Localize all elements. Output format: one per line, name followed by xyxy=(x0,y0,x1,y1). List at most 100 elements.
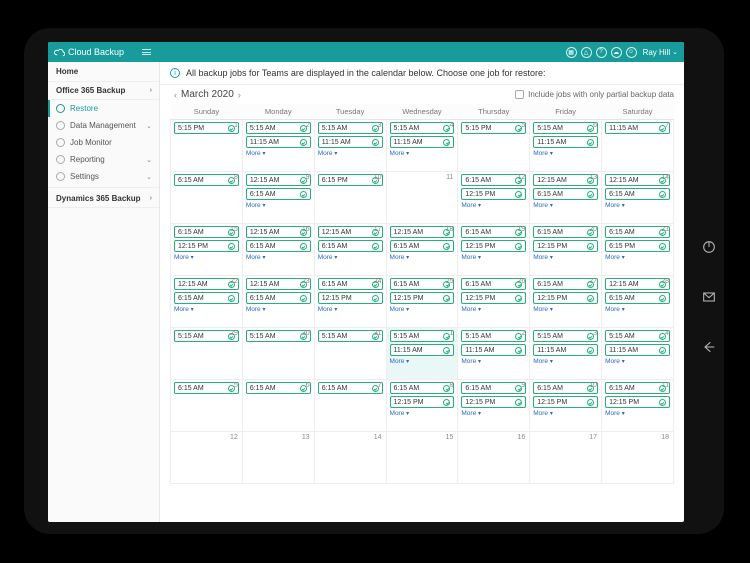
calendar-cell[interactable]: 116:15 AM12:15 PMMore ▾ xyxy=(602,380,674,432)
backup-job-chip[interactable]: 11:15 AM xyxy=(605,122,670,134)
calendar-cell[interactable]: 35:15 AM11:15 AMMore ▾ xyxy=(530,328,602,380)
more-link[interactable]: More ▾ xyxy=(533,150,598,157)
calendar-cell[interactable]: 206:15 AM12:15 PMMore ▾ xyxy=(530,224,602,276)
more-link[interactable]: More ▾ xyxy=(390,150,455,157)
more-link[interactable]: More ▾ xyxy=(461,254,526,261)
header-icon-grid[interactable]: ▦ xyxy=(566,47,577,58)
calendar-cell[interactable]: 295:15 AM xyxy=(171,328,243,380)
more-link[interactable]: More ▾ xyxy=(605,306,670,313)
backup-job-chip[interactable]: 6:15 AM xyxy=(461,382,526,394)
calendar-cell[interactable]: 305:15 AM xyxy=(242,328,314,380)
backup-job-chip[interactable]: 12:15 PM xyxy=(461,292,526,304)
backup-job-chip[interactable]: 5:15 AM xyxy=(246,122,311,134)
backup-job-chip[interactable]: 5:15 AM xyxy=(533,330,598,342)
more-link[interactable]: More ▾ xyxy=(390,254,455,261)
calendar-cell[interactable]: 76:15 AM xyxy=(314,380,386,432)
calendar-cell[interactable]: 711:15 AM xyxy=(602,120,674,172)
more-link[interactable]: More ▾ xyxy=(174,306,239,313)
backup-job-chip[interactable]: 11:15 AM xyxy=(390,136,455,148)
calendar-cell[interactable]: 276:15 AM12:15 PMMore ▾ xyxy=(530,276,602,328)
backup-job-chip[interactable]: 6:15 AM xyxy=(174,382,239,394)
backup-job-chip[interactable]: 5:15 AM xyxy=(318,122,383,134)
backup-job-chip[interactable]: 5:15 AM xyxy=(605,330,670,342)
more-link[interactable]: More ▾ xyxy=(533,202,598,209)
calendar-cell[interactable]: 106:15 AM12:15 PMMore ▾ xyxy=(530,380,602,432)
partial-backup-checkbox[interactable]: Include jobs with only partial backup da… xyxy=(515,90,674,99)
backup-job-chip[interactable]: 5:15 PM xyxy=(174,122,239,134)
backup-job-chip[interactable]: 12:15 PM xyxy=(174,240,239,252)
calendar-cell[interactable]: 1412:15 AM6:15 AMMore ▾ xyxy=(602,172,674,224)
calendar-cell[interactable]: 45:15 AM11:15 AMMore ▾ xyxy=(602,328,674,380)
calendar-cell[interactable]: 66:15 AM xyxy=(242,380,314,432)
backup-job-chip[interactable]: 6:15 AM xyxy=(318,240,383,252)
backup-job-chip[interactable]: 6:15 PM xyxy=(605,240,670,252)
calendar-cell[interactable]: 17 xyxy=(530,432,602,484)
backup-job-chip[interactable]: 6:15 AM xyxy=(246,292,311,304)
backup-job-chip[interactable]: 11:15 AM xyxy=(390,344,455,356)
backup-job-chip[interactable]: 12:15 PM xyxy=(461,396,526,408)
calendar-cell[interactable]: 2212:15 AM6:15 AMMore ▾ xyxy=(171,276,243,328)
sidebar-item-restore[interactable]: Restore xyxy=(48,100,159,117)
more-link[interactable]: More ▾ xyxy=(533,254,598,261)
more-link[interactable]: More ▾ xyxy=(318,306,383,313)
backup-job-chip[interactable]: 11:15 AM xyxy=(605,344,670,356)
backup-job-chip[interactable]: 5:15 AM xyxy=(390,330,455,342)
menu-icon[interactable] xyxy=(142,49,151,54)
more-link[interactable]: More ▾ xyxy=(605,202,670,209)
backup-job-chip[interactable]: 11:15 AM xyxy=(533,136,598,148)
backup-job-chip[interactable]: 12:15 PM xyxy=(390,396,455,408)
calendar-cell[interactable]: 86:15 AM xyxy=(171,172,243,224)
backup-job-chip[interactable]: 6:15 AM xyxy=(390,382,455,394)
more-link[interactable]: More ▾ xyxy=(461,358,526,365)
sidebar-item-job-monitor[interactable]: Job Monitor xyxy=(48,134,159,151)
calendar-cell[interactable]: 15:15 PM xyxy=(171,120,243,172)
backup-job-chip[interactable]: 5:15 AM xyxy=(533,122,598,134)
backup-job-chip[interactable]: 6:15 AM xyxy=(246,382,311,394)
sidebar-home[interactable]: Home xyxy=(48,62,159,82)
backup-job-chip[interactable]: 6:15 AM xyxy=(533,188,598,200)
more-link[interactable]: More ▾ xyxy=(174,254,239,261)
calendar-cell[interactable]: 2812:15 AM6:15 AMMore ▾ xyxy=(602,276,674,328)
calendar-cell[interactable]: 12 xyxy=(171,432,243,484)
sidebar-item-settings[interactable]: Settings ⌄ xyxy=(48,168,159,185)
backup-job-chip[interactable]: 11:15 AM xyxy=(246,136,311,148)
sidebar-section-office365[interactable]: Office 365 Backup › xyxy=(48,82,159,100)
backup-job-chip[interactable]: 12:15 PM xyxy=(461,240,526,252)
more-link[interactable]: More ▾ xyxy=(246,254,311,261)
backup-job-chip[interactable]: 11:15 AM xyxy=(533,344,598,356)
backup-job-chip[interactable]: 6:15 AM xyxy=(605,188,670,200)
calendar-cell[interactable]: 126:15 AM12:15 PMMore ▾ xyxy=(458,172,530,224)
calendar-cell[interactable]: 216:15 AM6:15 PMMore ▾ xyxy=(602,224,674,276)
header-icon-user[interactable]: ☺ xyxy=(626,47,637,58)
backup-job-chip[interactable]: 12:15 PM xyxy=(390,292,455,304)
next-month-button[interactable]: › xyxy=(234,90,245,100)
backup-job-chip[interactable]: 12:15 PM xyxy=(533,396,598,408)
calendar-cell[interactable]: 15 xyxy=(386,432,458,484)
calendar-cell[interactable]: 86:15 AM12:15 PMMore ▾ xyxy=(386,380,458,432)
backup-job-chip[interactable]: 12:15 AM xyxy=(246,174,311,186)
more-link[interactable]: More ▾ xyxy=(605,410,670,417)
calendar-cell[interactable]: 11 xyxy=(386,172,458,224)
backup-job-chip[interactable]: 11:15 AM xyxy=(461,344,526,356)
calendar-cell[interactable]: 55:15 PM xyxy=(458,120,530,172)
more-link[interactable]: More ▾ xyxy=(390,410,455,417)
header-icon-help[interactable]: ? xyxy=(596,47,607,58)
backup-job-chip[interactable]: 12:15 PM xyxy=(605,396,670,408)
calendar-cell[interactable]: 246:15 AM12:15 PMMore ▾ xyxy=(314,276,386,328)
more-link[interactable]: More ▾ xyxy=(605,358,670,365)
more-link[interactable]: More ▾ xyxy=(246,202,311,209)
more-link[interactable]: More ▾ xyxy=(390,306,455,313)
backup-job-chip[interactable]: 6:15 AM xyxy=(605,292,670,304)
calendar-cell[interactable]: 256:15 AM12:15 PMMore ▾ xyxy=(386,276,458,328)
sidebar-item-data-management[interactable]: Data Management ⌄ xyxy=(48,117,159,134)
more-link[interactable]: More ▾ xyxy=(246,306,311,313)
more-link[interactable]: More ▾ xyxy=(533,358,598,365)
calendar-cell[interactable]: 156:15 AM12:15 PMMore ▾ xyxy=(171,224,243,276)
more-link[interactable]: More ▾ xyxy=(533,410,598,417)
backup-job-chip[interactable]: 6:15 AM xyxy=(605,382,670,394)
backup-job-chip[interactable]: 12:15 PM xyxy=(461,188,526,200)
calendar-cell[interactable]: 106:15 PM xyxy=(314,172,386,224)
sidebar-section-dynamics365[interactable]: Dynamics 365 Backup › xyxy=(48,190,159,208)
more-link[interactable]: More ▾ xyxy=(390,358,455,365)
backup-job-chip[interactable]: 12:15 PM xyxy=(533,292,598,304)
